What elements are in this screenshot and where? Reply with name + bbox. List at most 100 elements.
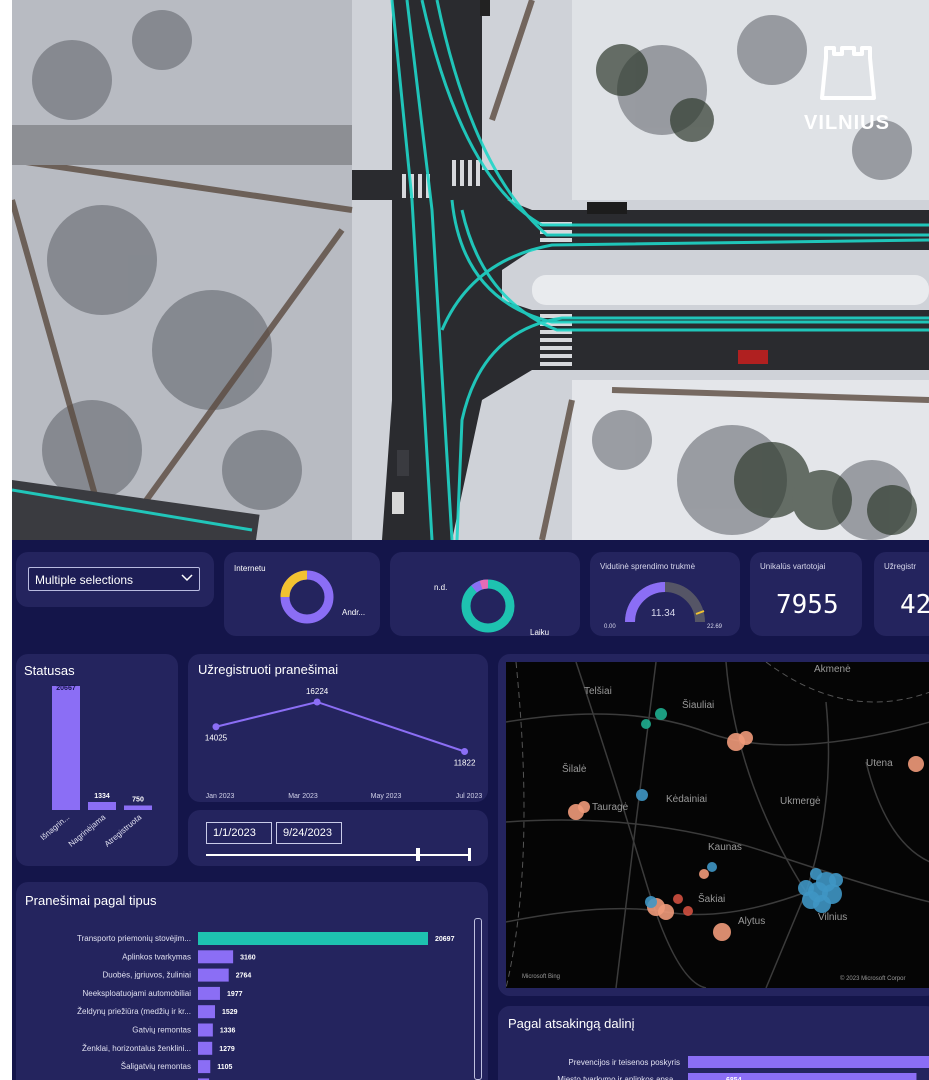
map-marker xyxy=(641,719,651,729)
date-from-value: 1/1/2023 xyxy=(213,827,256,839)
time-donut-card[interactable]: n.d. Laiku xyxy=(390,552,580,636)
types-bar-value: 3160 xyxy=(240,954,256,961)
status-bar-label: 1334 xyxy=(94,793,110,800)
line-x-tick: Mar 2023 xyxy=(288,793,318,800)
line-x-tick: May 2023 xyxy=(371,793,402,800)
line-series xyxy=(215,700,465,753)
chevron-down-icon xyxy=(181,570,193,589)
unique-users-card[interactable]: Unikalūs vartotojai 7955 xyxy=(750,552,862,636)
registered-line-card[interactable]: Užregistruoti pranešimai 14025 16224 11822… xyxy=(188,654,488,802)
registered-line-chart: 14025 16224 11822 Jan 2023 Mar 2023 May 2023 J… xyxy=(205,687,483,800)
types-bar-value: 2764 xyxy=(236,973,252,980)
map-place-siauliai: Šiauliai xyxy=(682,700,715,711)
map-marker xyxy=(699,869,709,879)
donut-label-right: Andr... xyxy=(342,608,366,617)
dept-chart-card[interactable]: Pagal atsakingą dalinį Prevencijos ir te… xyxy=(498,1006,929,1080)
map-marker xyxy=(673,894,683,904)
map-place-sakiai: Šakiai xyxy=(698,894,726,905)
line-point xyxy=(461,748,469,756)
registered-chart-title: Užregistruoti pranešimai xyxy=(198,662,339,677)
gauge-value: 11.34 xyxy=(651,608,676,619)
dept-chart-title: Pagal atsakingą dalinį xyxy=(508,1016,635,1031)
map-marker xyxy=(829,873,843,887)
hero-aerial-image: VILNIUS xyxy=(12,0,929,540)
status-category-label: Nagrinėjama xyxy=(67,812,108,848)
channel-donut-chart xyxy=(280,570,334,624)
filter-card: Multiple selections xyxy=(16,552,214,607)
registered-kpi-title: Užregistr xyxy=(884,562,917,571)
map-marker xyxy=(636,789,648,801)
dept-bar xyxy=(688,1073,917,1080)
map-marker xyxy=(810,868,822,880)
donut-label-top: n.d. xyxy=(434,583,448,592)
time-donut-chart xyxy=(461,579,515,633)
selection-dropdown[interactable]: Multiple selections xyxy=(28,567,200,591)
types-bar xyxy=(198,1060,211,1074)
types-chart-card[interactable]: Pranešimai pagal tipus Transporto priemo… xyxy=(16,882,488,1080)
registered-kpi-card[interactable]: Užregistr 42 xyxy=(874,552,929,636)
map-marker xyxy=(739,731,753,745)
types-bar-chart: Transporto priemonių stovėjim... 20697 Apl… xyxy=(77,932,455,1080)
selection-value: Multiple selections xyxy=(35,573,134,587)
date-to-value: 9/24/2023 xyxy=(283,827,332,839)
types-category-label: Gatvių remontas xyxy=(132,1026,191,1035)
map-place-telsiai: Telšiai xyxy=(584,686,612,697)
types-bar xyxy=(198,1005,215,1019)
dept-category-label: Miesto tvarkymo ir aplinkos apsa... xyxy=(557,1075,680,1080)
types-category-label: Ženklai, horizontalus ženklini... xyxy=(82,1044,191,1053)
types-bar-value: 1279 xyxy=(219,1046,235,1053)
date-slider-handle-max[interactable] xyxy=(468,848,471,861)
types-bar xyxy=(198,968,229,982)
donut-label-right: Laiku xyxy=(530,628,550,636)
status-category-label: Atregistruota xyxy=(103,812,144,848)
line-point-label: 14025 xyxy=(205,734,228,743)
line-x-tick: Jul 2023 xyxy=(456,793,483,800)
map-bing-logo: Microsoft Bing xyxy=(522,974,561,980)
types-scrollbar[interactable] xyxy=(474,918,482,1080)
types-category-label: Transporto priemonių stovėjim... xyxy=(77,934,191,943)
aerial-intersection-photo xyxy=(12,0,929,540)
types-bar-value: 1977 xyxy=(227,991,243,998)
status-chart-title: Statusas xyxy=(24,663,75,678)
status-bar-chart: 20667 Išnagrin... 1334 Nagrinėjama 750 Atregi… xyxy=(39,685,152,849)
brand-wordmark: VILNIUS xyxy=(804,112,890,134)
gauge-card[interactable]: Vidutinė sprendimo trukmė 11.34 0.00 22.… xyxy=(590,552,740,636)
gauge-max: 22.69 xyxy=(707,624,723,630)
types-category-label: Duobės, įgriuvos, žuliniai xyxy=(103,971,192,980)
line-point-label: 11822 xyxy=(454,759,476,768)
status-chart-card[interactable]: Statusas 20667 Išnagrin... 1334 Nagrinėjama… xyxy=(16,654,178,866)
status-bar-label: 750 xyxy=(132,797,144,804)
donut-label-top: Internetu xyxy=(234,564,266,573)
status-bar-label: 20667 xyxy=(56,685,76,692)
gauge-min: 0.00 xyxy=(604,624,616,630)
dept-bar xyxy=(688,1056,929,1068)
gauge-chart xyxy=(625,582,705,623)
map-place-alytus: Alytus xyxy=(738,916,766,927)
map-marker xyxy=(798,880,814,896)
map-marker xyxy=(908,756,924,772)
map-card[interactable]: Akmenė Telšiai Šiauliai Šilalė Kėdainiai… xyxy=(498,654,929,996)
map-place-silale: Šilalė xyxy=(562,764,587,775)
date-from-input[interactable]: 1/1/2023 xyxy=(206,822,272,844)
status-category-label: Išnagrin... xyxy=(39,813,72,842)
types-category-label: Šaligatvių remontas xyxy=(121,1062,191,1071)
castle-tower-icon xyxy=(818,42,878,108)
date-to-input[interactable]: 9/24/2023 xyxy=(276,822,342,844)
unique-users-value: 7955 xyxy=(776,590,839,620)
channel-donut-card[interactable]: Internetu Andr... xyxy=(224,552,380,636)
dept-category-label: Prevencijos ir teisenos poskyris xyxy=(568,1058,680,1067)
incident-map[interactable] xyxy=(506,662,929,988)
map-place-akmene: Akmenė xyxy=(814,664,851,675)
date-slider-track[interactable] xyxy=(206,854,470,856)
map-place-taurage: Tauragė xyxy=(592,802,629,813)
unique-users-title: Unikalūs vartotojai xyxy=(760,562,826,571)
map-marker xyxy=(655,708,667,720)
types-bar xyxy=(198,1041,213,1055)
map-place-ukmerge: Ukmergė xyxy=(780,796,821,807)
types-chart-title: Pranešimai pagal tipus xyxy=(25,893,157,908)
date-slider-handle-end[interactable] xyxy=(416,848,420,861)
map-marker xyxy=(658,904,674,920)
line-point-label: 16224 xyxy=(306,687,329,696)
map-place-kaunas: Kaunas xyxy=(708,842,742,853)
gauge-title: Vidutinė sprendimo trukmė xyxy=(600,562,696,571)
